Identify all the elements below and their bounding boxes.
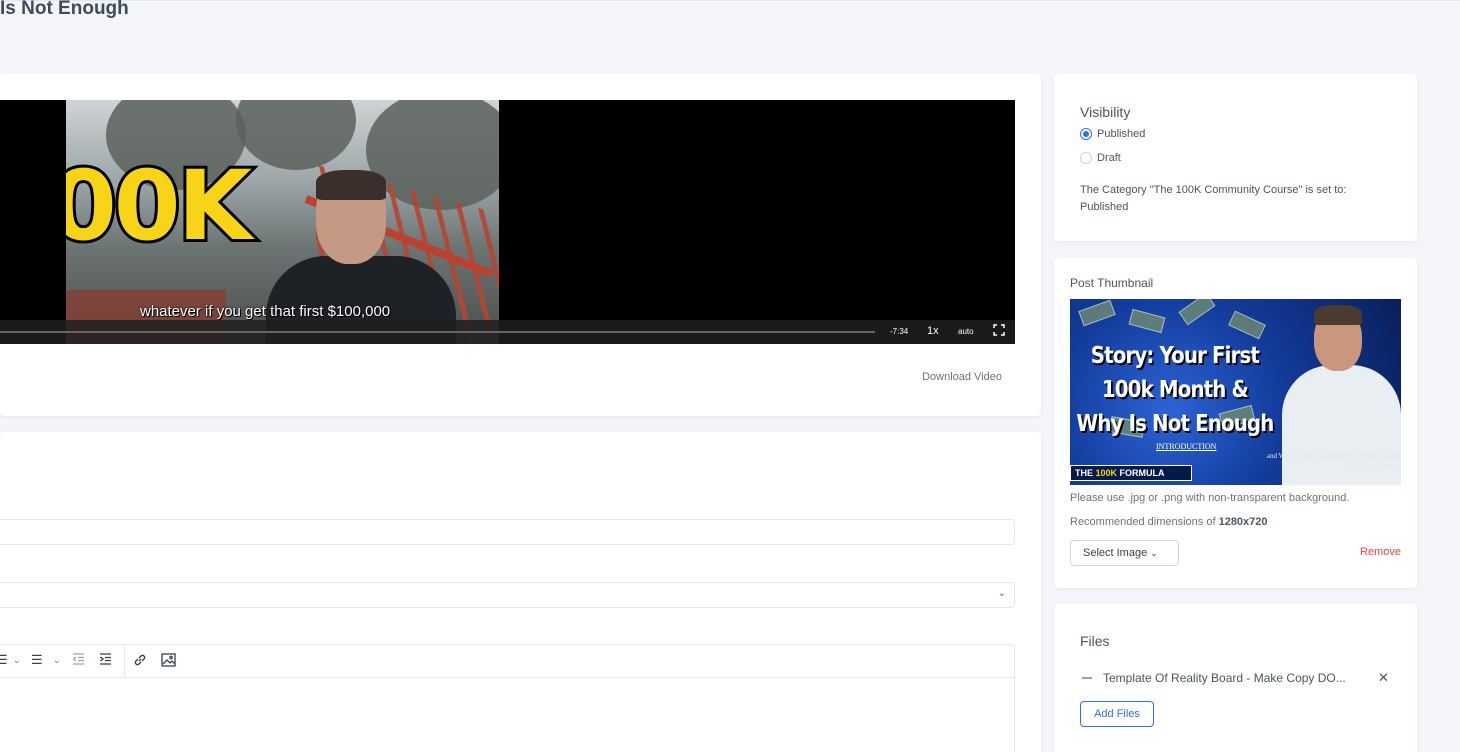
video-card: 00K whatever if you get that first $100,… bbox=[0, 74, 1041, 416]
bullet-list-icon[interactable]: ☰ bbox=[0, 653, 8, 666]
thumbnail-badge: THE 100K FORMULA bbox=[1070, 465, 1192, 481]
post-form-card: ⌄ ☰ ⌄ ☰ ⌄ bbox=[0, 432, 1041, 752]
top-divider bbox=[0, 0, 1460, 1]
page-title: Is Not Enough bbox=[0, 0, 129, 19]
radio-draft[interactable]: Draft bbox=[1080, 152, 1121, 164]
thumbnail-image: Story: Your First 100k Month & Why Is No… bbox=[1070, 299, 1401, 485]
visibility-title: Visibility bbox=[1080, 104, 1131, 120]
radio-button[interactable] bbox=[1080, 152, 1092, 164]
select-dropdown[interactable]: ⌄ bbox=[0, 582, 1015, 608]
drag-handle-icon[interactable] bbox=[1082, 677, 1092, 679]
download-video-link[interactable]: Download Video bbox=[922, 371, 1002, 383]
add-files-button[interactable]: Add Files bbox=[1080, 701, 1154, 727]
visibility-note: The Category "The 100K Community Course"… bbox=[1080, 184, 1347, 213]
close-icon[interactable]: ✕ bbox=[1378, 670, 1389, 686]
editor-toolbar: ☰ ⌄ ☰ ⌄ bbox=[0, 645, 1014, 678]
video-controls: -7:34 1x auto bbox=[0, 320, 1015, 344]
numbered-list-icon[interactable]: ☰ bbox=[31, 653, 43, 666]
quality-button[interactable]: auto bbox=[958, 327, 974, 336]
video-player[interactable]: 00K whatever if you get that first $100,… bbox=[0, 100, 1015, 344]
files-card: Files Template Of Reality Board - Make C… bbox=[1054, 604, 1417, 752]
select-image-button[interactable]: Select Image ⌄ bbox=[1070, 540, 1179, 566]
indent-icon[interactable] bbox=[99, 653, 112, 667]
thumbnail-headline: Story: Your First 100k Month & Why Is No… bbox=[1076, 343, 1274, 437]
chevron-down-icon[interactable]: ⌄ bbox=[13, 656, 21, 665]
files-title: Files bbox=[1080, 633, 1110, 649]
chevron-down-icon[interactable]: ⌄ bbox=[53, 656, 61, 665]
thumbnail-title: Post Thumbnail bbox=[1070, 276, 1154, 290]
link-icon[interactable] bbox=[133, 653, 147, 669]
chevron-down-icon: ⌄ bbox=[997, 588, 1006, 599]
video-overlay-text: 00K bbox=[66, 150, 255, 262]
text-input[interactable] bbox=[0, 519, 1015, 545]
radio-label: Draft bbox=[1097, 152, 1121, 164]
post-thumbnail-card: Post Thumbnail Story: Your First 100k Mo… bbox=[1054, 258, 1417, 588]
radio-button[interactable] bbox=[1080, 128, 1092, 140]
chevron-down-icon: ⌄ bbox=[1150, 548, 1158, 558]
thumbnail-subheading: INTRODUCTION bbox=[1156, 442, 1217, 451]
radio-published[interactable]: Published bbox=[1080, 128, 1145, 140]
fullscreen-icon[interactable] bbox=[993, 324, 1005, 336]
radio-label: Published bbox=[1097, 128, 1146, 140]
outdent-icon[interactable] bbox=[72, 653, 85, 667]
image-icon[interactable] bbox=[161, 653, 176, 669]
video-progress-bar[interactable] bbox=[0, 331, 875, 333]
format-hint: Please use .jpg or .png with non-transpa… bbox=[1070, 492, 1350, 504]
visibility-card: Visibility Published Draft The Category … bbox=[1054, 74, 1417, 241]
video-subtitle: whatever if you get that first $100,000 bbox=[140, 303, 391, 320]
file-name: Template Of Reality Board - Make Copy DO… bbox=[1103, 671, 1346, 685]
remove-thumbnail-link[interactable]: Remove bbox=[1360, 546, 1401, 558]
dimensions-hint: Recommended dimensions of 1280x720 bbox=[1070, 516, 1268, 528]
thumbnail-caption: and Why Is Only The Beginning Reality Vi… bbox=[1266, 452, 1400, 469]
time-remaining: -7:34 bbox=[890, 327, 909, 336]
rich-text-editor[interactable]: ☰ ⌄ ☰ ⌄ bbox=[0, 644, 1015, 752]
toolbar-divider bbox=[124, 645, 125, 678]
file-item[interactable]: Template Of Reality Board - Make Copy DO… bbox=[1082, 671, 1346, 685]
playback-speed-button[interactable]: 1x bbox=[927, 325, 939, 337]
